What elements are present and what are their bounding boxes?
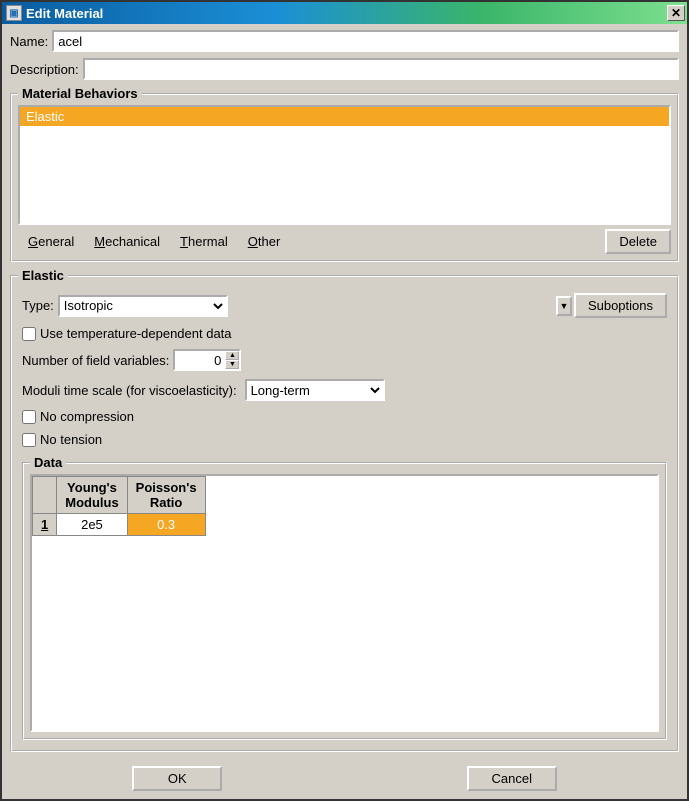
- elastic-group: Elastic Type: Isotropic ▼ Suboptions Use…: [10, 268, 679, 752]
- suboptions-dropdown-icon[interactable]: ▼: [556, 296, 572, 316]
- close-icon: ✕: [671, 6, 681, 20]
- behavior-item-elastic[interactable]: Elastic: [20, 107, 669, 126]
- moduli-select[interactable]: Long-term: [245, 379, 385, 401]
- spinner-down-icon[interactable]: ▼: [225, 360, 239, 369]
- dialog-footer: OK Cancel: [2, 758, 687, 799]
- data-table-wrap: Young'sModulus Poisson'sRatio 1: [30, 474, 659, 732]
- suboptions-button[interactable]: Suboptions: [574, 293, 667, 318]
- field-vars-label: Number of field variables:: [22, 353, 169, 368]
- cell-poisson[interactable]: 0.3: [127, 514, 205, 536]
- temp-dependent-row[interactable]: Use temperature-dependent data: [22, 326, 667, 341]
- material-behaviors-group: Material Behaviors Elastic General Mecha…: [10, 86, 679, 262]
- description-row: Description:: [10, 58, 679, 80]
- data-legend: Data: [30, 455, 66, 470]
- menu-other[interactable]: Other: [238, 230, 291, 253]
- material-behaviors-legend: Material Behaviors: [18, 86, 142, 101]
- moduli-label: Moduli time scale (for viscoelasticity):: [22, 383, 237, 398]
- titlebar: ▣ Edit Material ✕: [2, 2, 687, 24]
- description-label: Description:: [10, 62, 79, 77]
- menu-mechanical-label: echanical: [105, 234, 160, 249]
- delete-button[interactable]: Delete: [605, 229, 671, 254]
- type-label: Type:: [22, 298, 54, 313]
- menu-mechanical[interactable]: Mechanical: [84, 230, 170, 253]
- no-compression-row[interactable]: No compression: [22, 409, 667, 424]
- type-select[interactable]: Isotropic: [58, 295, 228, 317]
- no-tension-checkbox[interactable]: [22, 433, 36, 447]
- type-row: Type: Isotropic ▼ Suboptions: [22, 293, 667, 318]
- temp-dependent-label: Use temperature-dependent data: [40, 326, 232, 341]
- cancel-button[interactable]: Cancel: [467, 766, 557, 791]
- menu-other-label: ther: [258, 234, 280, 249]
- app-icon: ▣: [6, 5, 22, 21]
- name-label: Name:: [10, 34, 48, 49]
- menu-thermal-label: hermal: [188, 234, 228, 249]
- close-button[interactable]: ✕: [667, 5, 685, 21]
- behaviors-menubar: General Mechanical Thermal Other Delete: [18, 229, 671, 254]
- field-vars-row: Number of field variables: ▲ ▼: [22, 349, 667, 371]
- menu-general-label: eneral: [38, 234, 74, 249]
- name-row: Name:: [10, 30, 679, 52]
- temp-dependent-checkbox[interactable]: [22, 327, 36, 341]
- row-number: 1: [33, 514, 57, 536]
- field-vars-input[interactable]: [175, 351, 225, 369]
- spinner-up-icon[interactable]: ▲: [225, 351, 239, 360]
- menu-thermal[interactable]: Thermal: [170, 230, 238, 253]
- data-table[interactable]: Young'sModulus Poisson'sRatio 1: [32, 476, 206, 536]
- ok-button[interactable]: OK: [132, 766, 222, 791]
- col-header-youngs: Young'sModulus: [57, 477, 127, 514]
- edit-material-dialog: ▣ Edit Material ✕ Name: Description: Mat…: [0, 0, 689, 801]
- no-tension-label: No tension: [40, 432, 102, 447]
- field-vars-spinner[interactable]: ▲ ▼: [173, 349, 241, 371]
- elastic-legend: Elastic: [18, 268, 68, 283]
- no-compression-checkbox[interactable]: [22, 410, 36, 424]
- name-input[interactable]: [52, 30, 679, 52]
- description-input[interactable]: [83, 58, 679, 80]
- table-row[interactable]: 1 2e5 0.3: [33, 514, 206, 536]
- moduli-row: Moduli time scale (for viscoelasticity):…: [22, 379, 667, 401]
- no-compression-label: No compression: [40, 409, 134, 424]
- window-title: Edit Material: [26, 6, 667, 21]
- dialog-content: Name: Description: Material Behaviors El…: [2, 24, 687, 758]
- col-header-poisson: Poisson'sRatio: [127, 477, 205, 514]
- menu-general[interactable]: General: [18, 230, 84, 253]
- no-tension-row[interactable]: No tension: [22, 432, 667, 447]
- data-group: Data Young'sModulus Poisson': [22, 455, 667, 740]
- behaviors-list[interactable]: Elastic: [18, 105, 671, 225]
- row-header-blank: [33, 477, 57, 514]
- cell-youngs[interactable]: 2e5: [57, 514, 127, 536]
